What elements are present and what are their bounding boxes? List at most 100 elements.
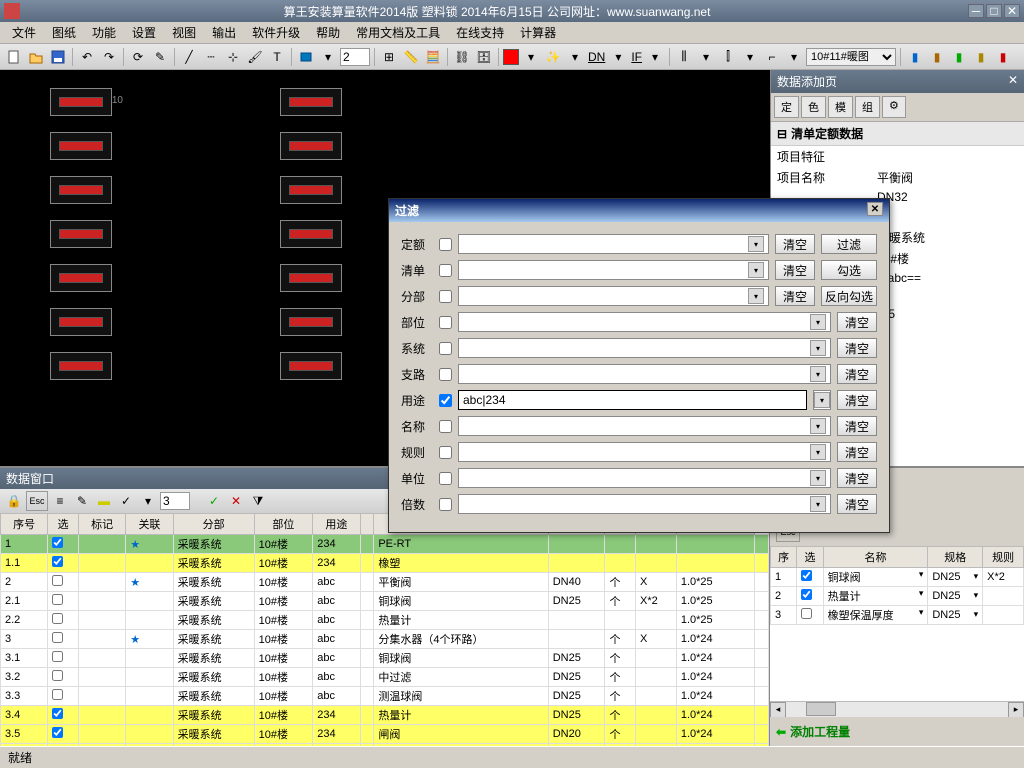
dd6-icon[interactable]: ▾: [696, 47, 716, 67]
minimize-button[interactable]: ─: [968, 4, 984, 18]
dropdown-icon[interactable]: ▾: [810, 496, 826, 512]
filter-combo[interactable]: ▾: [458, 416, 831, 436]
thumbnail[interactable]: [50, 264, 112, 292]
col-header[interactable]: 用途: [313, 514, 360, 535]
lock-icon[interactable]: 🔒: [4, 491, 24, 511]
tool2-icon[interactable]: ⊹: [223, 47, 243, 67]
clear-button[interactable]: 清空: [837, 364, 877, 384]
menu-设置[interactable]: 设置: [124, 22, 164, 43]
thumbnail[interactable]: [50, 352, 112, 380]
row-check[interactable]: [52, 632, 63, 643]
clear-button[interactable]: 清空: [837, 494, 877, 514]
highlight-icon[interactable]: ▬: [94, 491, 114, 511]
tab-色[interactable]: 色: [801, 96, 826, 118]
clear-button[interactable]: 清空: [837, 338, 877, 358]
filter-check[interactable]: [439, 316, 452, 329]
x-icon[interactable]: ✕: [226, 491, 246, 511]
refresh-icon[interactable]: ⟳: [128, 47, 148, 67]
dropdown-icon[interactable]: ▾: [810, 444, 826, 460]
check-icon[interactable]: ✓: [204, 491, 224, 511]
filter-check[interactable]: [439, 342, 452, 355]
gear-icon[interactable]: ⚙: [882, 96, 906, 118]
table-row[interactable]: 2.1采暖系统10#楼abc铜球阀DN25个X*21.0*25: [1, 592, 769, 611]
filter-check[interactable]: [439, 264, 452, 277]
line-icon[interactable]: ╱: [179, 47, 199, 67]
add-quantity-link[interactable]: ⬅添加工程量: [770, 717, 1024, 746]
dashed-icon[interactable]: ┄: [201, 47, 221, 67]
thumbnail[interactable]: [280, 176, 342, 204]
filter-combo[interactable]: ▾: [458, 494, 831, 514]
dw-number-input[interactable]: [160, 492, 190, 510]
clear-button[interactable]: 清空: [837, 442, 877, 462]
corner-icon[interactable]: ⌐: [762, 47, 782, 67]
dd2-icon[interactable]: ▾: [521, 47, 541, 67]
tab-模[interactable]: 模: [828, 96, 853, 118]
filter-combo[interactable]: ▾: [458, 338, 831, 358]
filter-combo[interactable]: ▾: [458, 286, 769, 306]
dn-label[interactable]: DN: [587, 47, 606, 67]
table-row[interactable]: 3橡塑保温厚度 ▾DN25 ▾: [771, 606, 1024, 625]
filter-combo[interactable]: ▾: [458, 364, 831, 384]
table-row[interactable]: 2★采暖系统10#楼abc平衡阀DN40个X1.0*25: [1, 573, 769, 592]
row-check[interactable]: [52, 556, 63, 567]
row-check[interactable]: [52, 727, 63, 738]
table-row[interactable]: 2.2采暖系统10#楼abc热量计1.0*25: [1, 611, 769, 630]
menu-输出[interactable]: 输出: [204, 22, 244, 43]
filter-check[interactable]: [439, 238, 452, 251]
thumbnail[interactable]: [50, 132, 112, 160]
table-row[interactable]: 1.1采暖系统10#楼234橡塑: [1, 554, 769, 573]
thumbnail[interactable]: [280, 264, 342, 292]
thumbnail[interactable]: [50, 176, 112, 204]
table-row[interactable]: 3.2采暖系统10#楼abc中过滤DN25个1.0*24: [1, 668, 769, 687]
filter-combo[interactable]: ▾: [458, 312, 831, 332]
brush-icon[interactable]: 🖌: [245, 47, 265, 67]
dd5-icon[interactable]: ▾: [645, 47, 665, 67]
thumbnail[interactable]: [280, 308, 342, 336]
mark-icon[interactable]: ✓: [116, 491, 136, 511]
filter-icon[interactable]: ⧩: [248, 491, 268, 511]
menu-功能[interactable]: 功能: [84, 22, 124, 43]
col-header[interactable]: [360, 514, 374, 535]
tool-a-icon[interactable]: ▮: [905, 47, 925, 67]
table-row[interactable]: 3.5采暖系统10#楼234闸阀DN20个1.0*24: [1, 725, 769, 744]
row-check[interactable]: [52, 537, 63, 548]
clear-button[interactable]: 清空: [837, 390, 877, 410]
tool-icon[interactable]: ✎: [150, 47, 170, 67]
tool-d-icon[interactable]: ▮: [971, 47, 991, 67]
tool-c-icon[interactable]: ▮: [949, 47, 969, 67]
panel-close-icon[interactable]: ✕: [1008, 73, 1018, 90]
menu-帮助[interactable]: 帮助: [308, 22, 348, 43]
thumbnail[interactable]: [50, 220, 112, 248]
dd7-icon[interactable]: ▾: [740, 47, 760, 67]
thumbnail[interactable]: [280, 220, 342, 248]
table-row[interactable]: 3.3采暖系统10#楼abc测温球阀DN25个1.0*24: [1, 687, 769, 706]
thumbnail[interactable]: [280, 132, 342, 160]
thumbnail[interactable]: [280, 352, 342, 380]
dropdown-icon[interactable]: ▾: [748, 262, 764, 278]
action-button[interactable]: 反向勾选: [821, 286, 877, 306]
table-row[interactable]: 1铜球阀 ▾DN25 ▾X*2: [771, 568, 1024, 587]
close-button[interactable]: ✕: [1004, 4, 1020, 18]
row-check[interactable]: [52, 651, 63, 662]
table-row[interactable]: 1★采暖系统10#楼234PE-RT: [1, 535, 769, 554]
col-header[interactable]: 序: [771, 547, 797, 568]
dd-icon[interactable]: ▾: [138, 491, 158, 511]
filter-check[interactable]: [439, 498, 452, 511]
save-icon[interactable]: [48, 47, 68, 67]
filter-input[interactable]: [458, 390, 807, 410]
col-header[interactable]: 名称: [823, 547, 928, 568]
calc-icon[interactable]: 🧮: [423, 47, 443, 67]
filter-combo[interactable]: ▾: [458, 260, 769, 280]
row-check[interactable]: [52, 670, 63, 681]
row-check[interactable]: [801, 570, 812, 581]
layer-select[interactable]: 10#11#暖图: [806, 48, 896, 66]
menu-在线支持[interactable]: 在线支持: [448, 22, 512, 43]
edit-icon[interactable]: ✎: [72, 491, 92, 511]
clear-button[interactable]: 清空: [775, 234, 815, 254]
row-check[interactable]: [52, 708, 63, 719]
wand-icon[interactable]: ✨: [543, 47, 563, 67]
col-header[interactable]: 关联: [126, 514, 173, 535]
dropdown-icon[interactable]: ▾: [813, 390, 831, 410]
h-scrollbar[interactable]: ◂ ▸: [770, 701, 1024, 717]
filter-check[interactable]: [439, 394, 452, 407]
